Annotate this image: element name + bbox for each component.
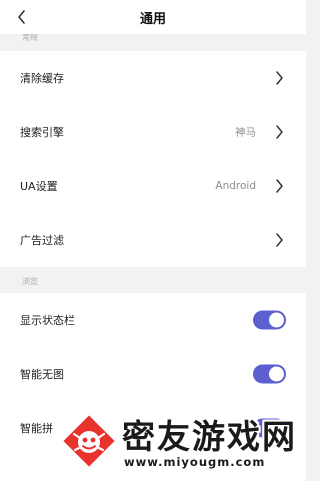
setting-label: 智能拼 [20,422,53,435]
watermark-logo-icon [60,412,118,474]
page-title: 通用 [139,12,166,27]
watermark: 密友游戏网 www.miyougm.com [60,408,306,474]
setting-ad-filter[interactable]: 广告过滤 [0,213,306,267]
setting-label: UA设置 [20,180,58,193]
chevron-right-icon [274,70,284,86]
smart-no-image-toggle[interactable] [253,364,286,384]
general-settings-group: 清除缓存 搜索引擎 神马 UA设置 Android 广告过滤 [0,51,306,267]
watermark-title: 密友游戏网 [122,417,297,456]
chevron-right-icon [274,124,284,140]
setting-label: 搜索引擎 [20,126,64,139]
setting-clear-cache[interactable]: 清除缓存 [0,51,306,105]
setting-ua[interactable]: UA设置 Android [0,159,306,213]
setting-label: 智能无图 [20,368,64,381]
watermark-url: www.miyougm.com [124,455,266,469]
section-label-browse: 浏览 [22,277,38,286]
setting-label: 广告过滤 [20,234,64,247]
setting-value: 神马 [235,126,256,139]
setting-value: Android [215,180,256,192]
chevron-right-icon [274,232,284,248]
setting-show-status-bar[interactable]: 显示状态栏 [0,293,306,347]
setting-smart-no-image[interactable]: 智能无图 [0,347,306,401]
status-bar-toggle[interactable] [253,310,286,330]
setting-label: 显示状态栏 [20,314,75,327]
toggle-knob [269,366,284,382]
toggle-knob [269,312,284,328]
chevron-right-icon [274,178,284,194]
app-header: 通用 [0,0,306,34]
setting-search-engine[interactable]: 搜索引擎 神马 [0,105,306,159]
setting-label: 清除缓存 [20,72,64,85]
